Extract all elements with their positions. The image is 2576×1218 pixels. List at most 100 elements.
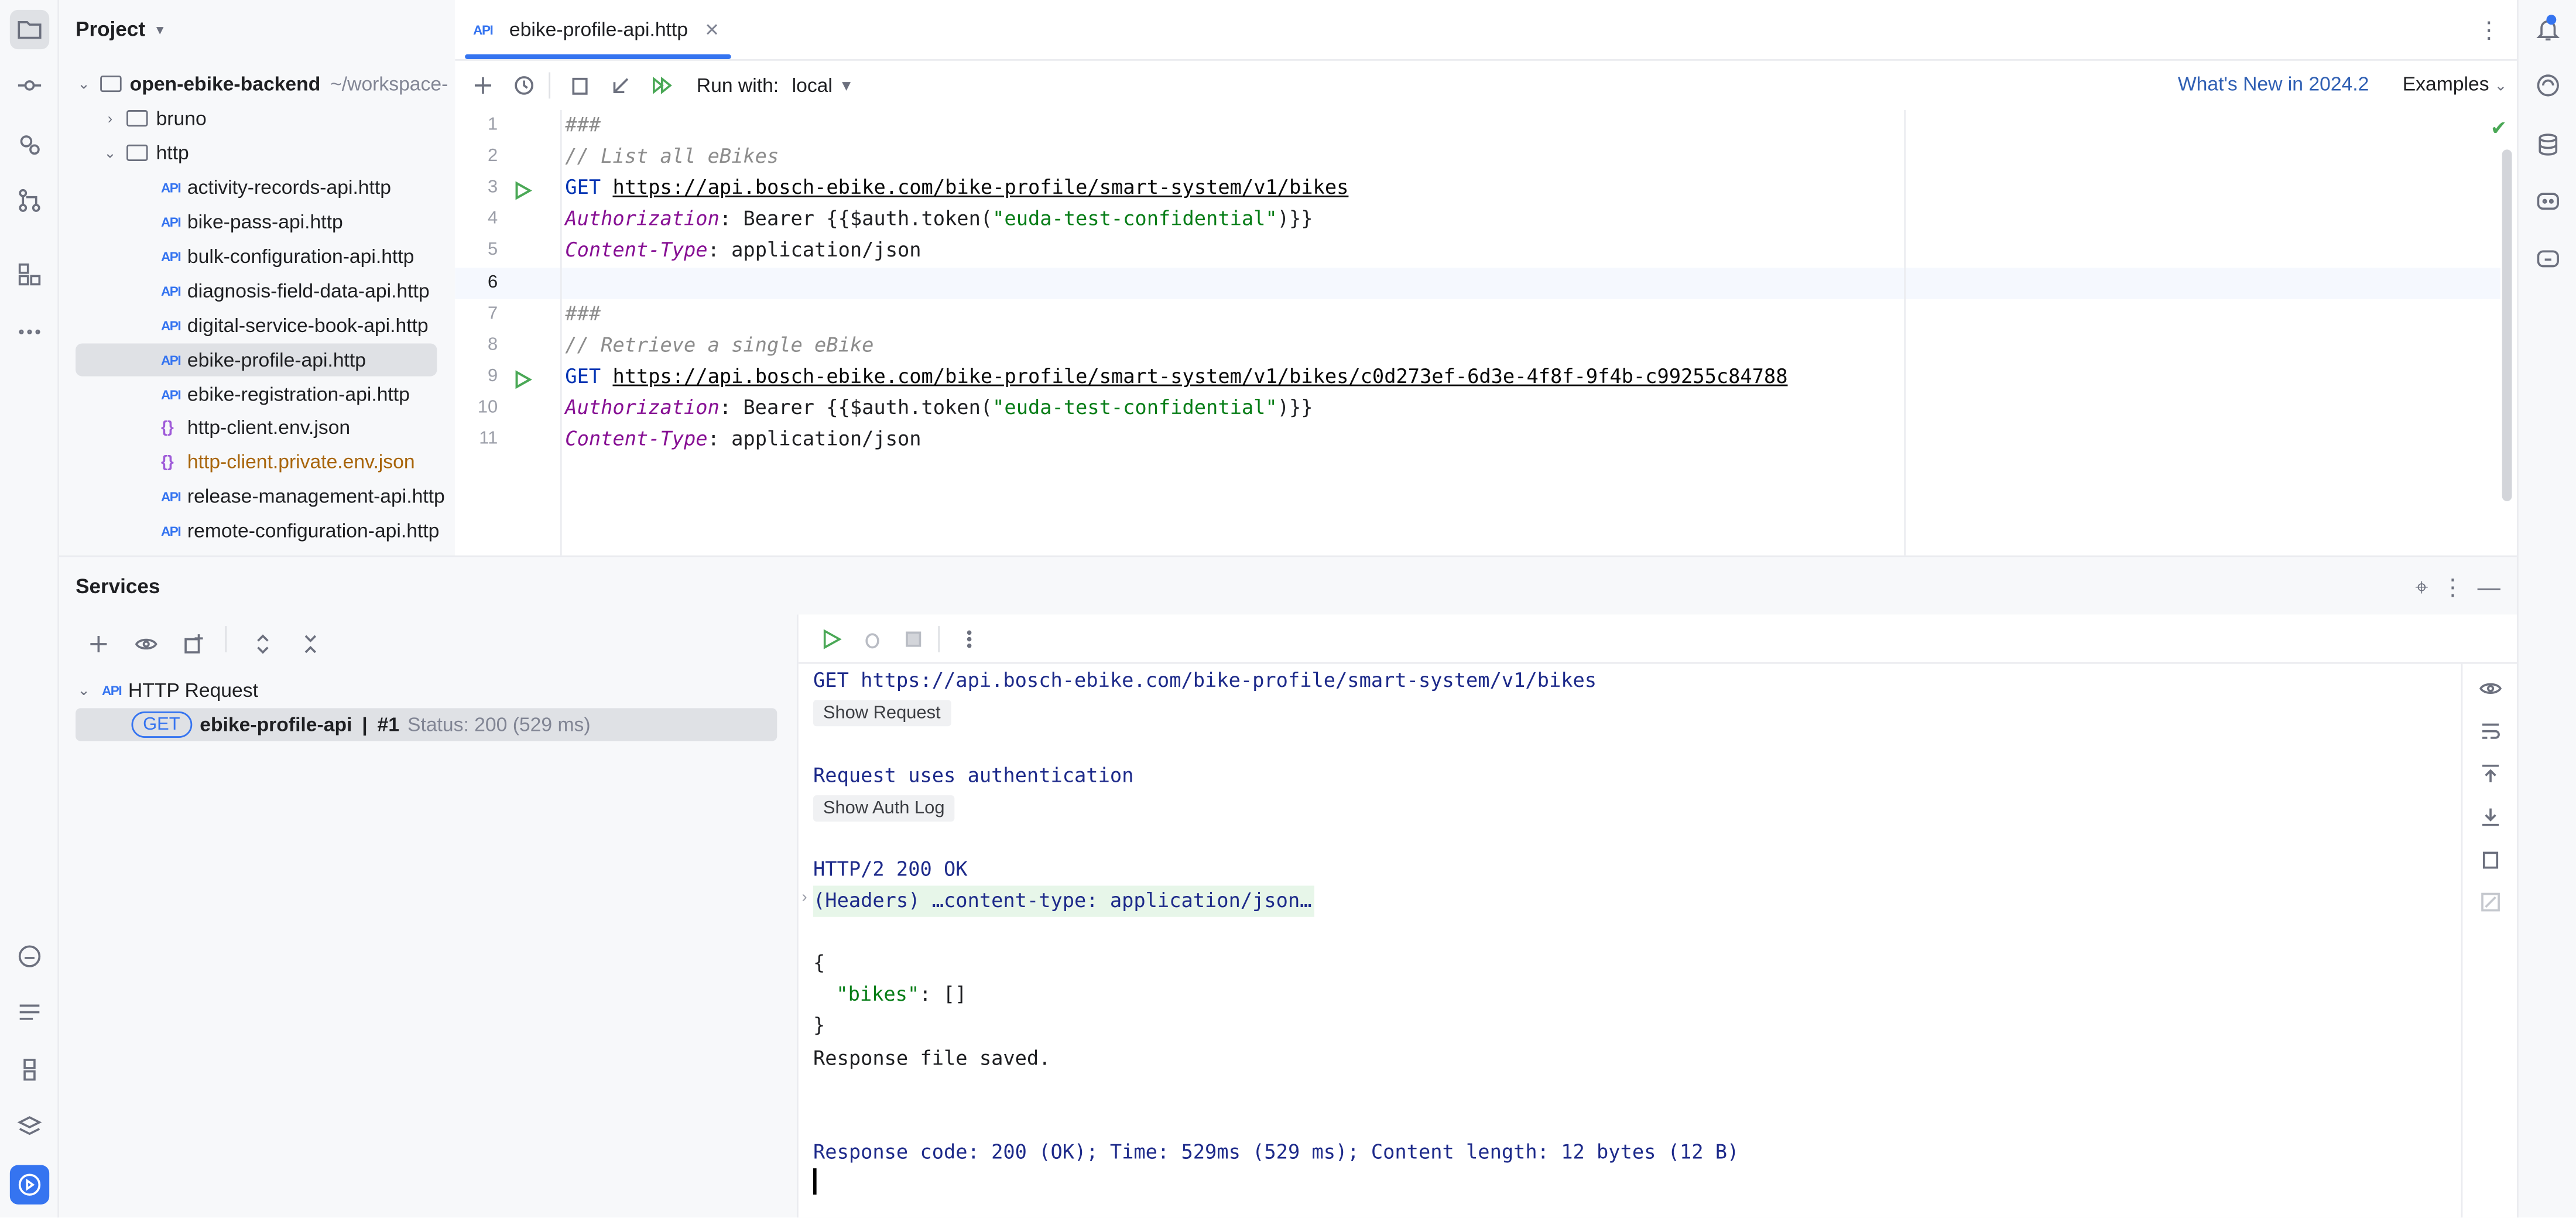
- tree-folder-bruno[interactable]: › bruno: [102, 102, 207, 135]
- add-service-icon[interactable]: [80, 626, 117, 662]
- ai-chat-icon[interactable]: [2529, 66, 2568, 105]
- soft-wrap-icon[interactable]: [2472, 713, 2508, 750]
- project-panel-header[interactable]: Project ▾: [76, 18, 168, 41]
- minimize-icon[interactable]: —: [2478, 573, 2500, 601]
- copy-icon[interactable]: [2472, 841, 2508, 878]
- code-line-2: // List all eBikes: [565, 144, 779, 168]
- eye-icon[interactable]: [2472, 670, 2508, 707]
- eye-icon[interactable]: [128, 626, 165, 662]
- editor-tab[interactable]: API ebike-profile-api.http ✕: [455, 0, 734, 60]
- tree-file[interactable]: {} http-client.private.env.json: [161, 445, 415, 478]
- console-side-toolbar: [2461, 663, 2517, 1218]
- services-item[interactable]: GET ebike-profile-api | #1 Status: 200 (…: [76, 708, 777, 741]
- code-line-7: ###: [565, 302, 601, 326]
- tree-file[interactable]: API release-management-api.http: [161, 480, 445, 512]
- request-url[interactable]: https://api.bosch-ebike.com/bike-profile…: [612, 365, 1787, 388]
- collapse-all-icon[interactable]: [292, 626, 328, 662]
- code-line-8: // Retrieve a single eBike: [565, 333, 874, 357]
- structure-icon[interactable]: [10, 255, 49, 294]
- whats-new-link[interactable]: What's New in 2024.2: [2178, 72, 2369, 95]
- commit-icon[interactable]: [10, 66, 49, 105]
- tab-more-icon[interactable]: ⋮: [2478, 16, 2500, 45]
- show-auth-log-button[interactable]: Show Auth Log: [813, 795, 955, 822]
- chevron-right-icon[interactable]: ›: [801, 889, 807, 907]
- git-branch-icon[interactable]: [10, 181, 49, 220]
- layers-icon[interactable]: [10, 1107, 49, 1147]
- line-number: 7: [488, 304, 498, 324]
- run-request-icon[interactable]: [513, 181, 533, 201]
- chevron-down-icon: ▾: [156, 20, 164, 37]
- examples-dropdown[interactable]: Examples ⌄: [2403, 72, 2507, 95]
- tree-file[interactable]: API bulk-configuration-api.http: [161, 240, 414, 273]
- code-editor[interactable]: 1 2 3 4 5 6 7 8 9 10 11 ### // List all …: [455, 110, 2517, 556]
- more-options-icon[interactable]: [951, 620, 988, 656]
- clear-icon: [2472, 884, 2508, 921]
- chevron-down-icon: ⌄: [77, 74, 90, 91]
- project-folder-icon[interactable]: [9, 9, 50, 50]
- copilot-chat-icon[interactable]: [2529, 238, 2568, 278]
- console-summary-line: Response code: 200 (OK); Time: 529ms (52…: [813, 1140, 1739, 1164]
- history-icon[interactable]: [506, 67, 542, 104]
- tree-file[interactable]: API ebike-registration-api.http: [161, 378, 410, 410]
- folder-label: http: [156, 141, 189, 165]
- header-name: Content-Type: [565, 427, 708, 450]
- console-headers-fold[interactable]: (Headers) …content-type: application/jso…: [813, 885, 1316, 917]
- crosshair-icon[interactable]: ⌖: [2415, 573, 2428, 601]
- run-all-icon[interactable]: [644, 67, 680, 104]
- show-request-button[interactable]: Show Request: [813, 700, 951, 727]
- services-title: Services: [76, 575, 160, 598]
- scroll-to-end-icon[interactable]: [2472, 799, 2508, 835]
- run-request-icon[interactable]: [513, 369, 533, 389]
- line-number: 2: [488, 146, 498, 166]
- services-group-http-request[interactable]: ⌄ API HTTP Request: [76, 674, 258, 707]
- console-saved-line: Response file saved.: [813, 1046, 1051, 1070]
- ai-assistant-icon[interactable]: [10, 936, 49, 976]
- tree-file[interactable]: API bike-pass-api.http: [161, 206, 343, 238]
- request-url[interactable]: https://api.bosch-ebike.com/bike-profile…: [612, 176, 1348, 199]
- tree-root[interactable]: ⌄ open-ebike-backend ~/workspace-: [76, 67, 448, 100]
- expand-all-icon[interactable]: [245, 626, 281, 662]
- api-file-icon: API: [473, 22, 494, 37]
- toolbar-separator: [225, 626, 227, 653]
- run-icon[interactable]: [813, 620, 849, 656]
- tree-file[interactable]: API remote-configuration-api.http: [161, 514, 439, 547]
- notifications-icon[interactable]: [2529, 10, 2568, 49]
- api-file-icon: API: [160, 523, 181, 538]
- todo-list-icon[interactable]: [10, 993, 49, 1032]
- api-file-icon: API: [160, 214, 181, 230]
- json-open-brace: {: [813, 951, 825, 975]
- run-with-select[interactable]: local: [792, 74, 833, 97]
- tree-file[interactable]: API digital-service-book-api.http: [161, 309, 429, 342]
- database-icon[interactable]: [2529, 125, 2568, 164]
- tree-file[interactable]: API activity-records-api.http: [161, 171, 391, 204]
- python-console-icon[interactable]: [10, 1050, 49, 1089]
- group-label: HTTP Request: [128, 678, 258, 702]
- file-label: digital-service-book-api.http: [187, 313, 429, 337]
- api-file-icon: API: [160, 283, 181, 299]
- convert-icon[interactable]: [603, 67, 639, 104]
- tree-file[interactable]: {} http-client.env.json: [161, 411, 350, 444]
- json-file-icon: {}: [160, 453, 174, 471]
- tree-folder-http[interactable]: ⌄ http: [102, 136, 189, 169]
- file-label: bike-pass-api.http: [187, 210, 343, 234]
- more-tools-icon[interactable]: [10, 312, 49, 351]
- tree-file-selected[interactable]: API ebike-profile-api.http: [76, 343, 437, 377]
- tree-file[interactable]: API diagnosis-field-data-api.http: [161, 275, 430, 307]
- editor-scrollbar[interactable]: [2502, 149, 2512, 501]
- response-console[interactable]: GET https://api.bosch-ebike.com/bike-pro…: [796, 614, 2519, 1218]
- close-icon[interactable]: ✕: [704, 19, 720, 40]
- code-line-11: Content-Type: application/json: [565, 424, 921, 455]
- more-options-icon[interactable]: ⋮: [2441, 573, 2464, 601]
- text-cursor: [813, 1168, 817, 1195]
- copy-icon[interactable]: [562, 67, 598, 104]
- new-group-icon[interactable]: [176, 626, 212, 662]
- console-toolbar: [798, 614, 2519, 664]
- scroll-to-top-icon[interactable]: [2472, 756, 2508, 792]
- header-value: : Bearer {{$auth.token(: [719, 207, 993, 230]
- services-icon[interactable]: [9, 1165, 50, 1205]
- copilot-icon[interactable]: [2529, 181, 2568, 220]
- add-request-icon[interactable]: [465, 67, 501, 104]
- console-status-line: HTTP/2 200 OK: [813, 857, 968, 881]
- pull-requests-icon[interactable]: [10, 125, 49, 164]
- service-name: ebike-profile-api: [200, 713, 352, 737]
